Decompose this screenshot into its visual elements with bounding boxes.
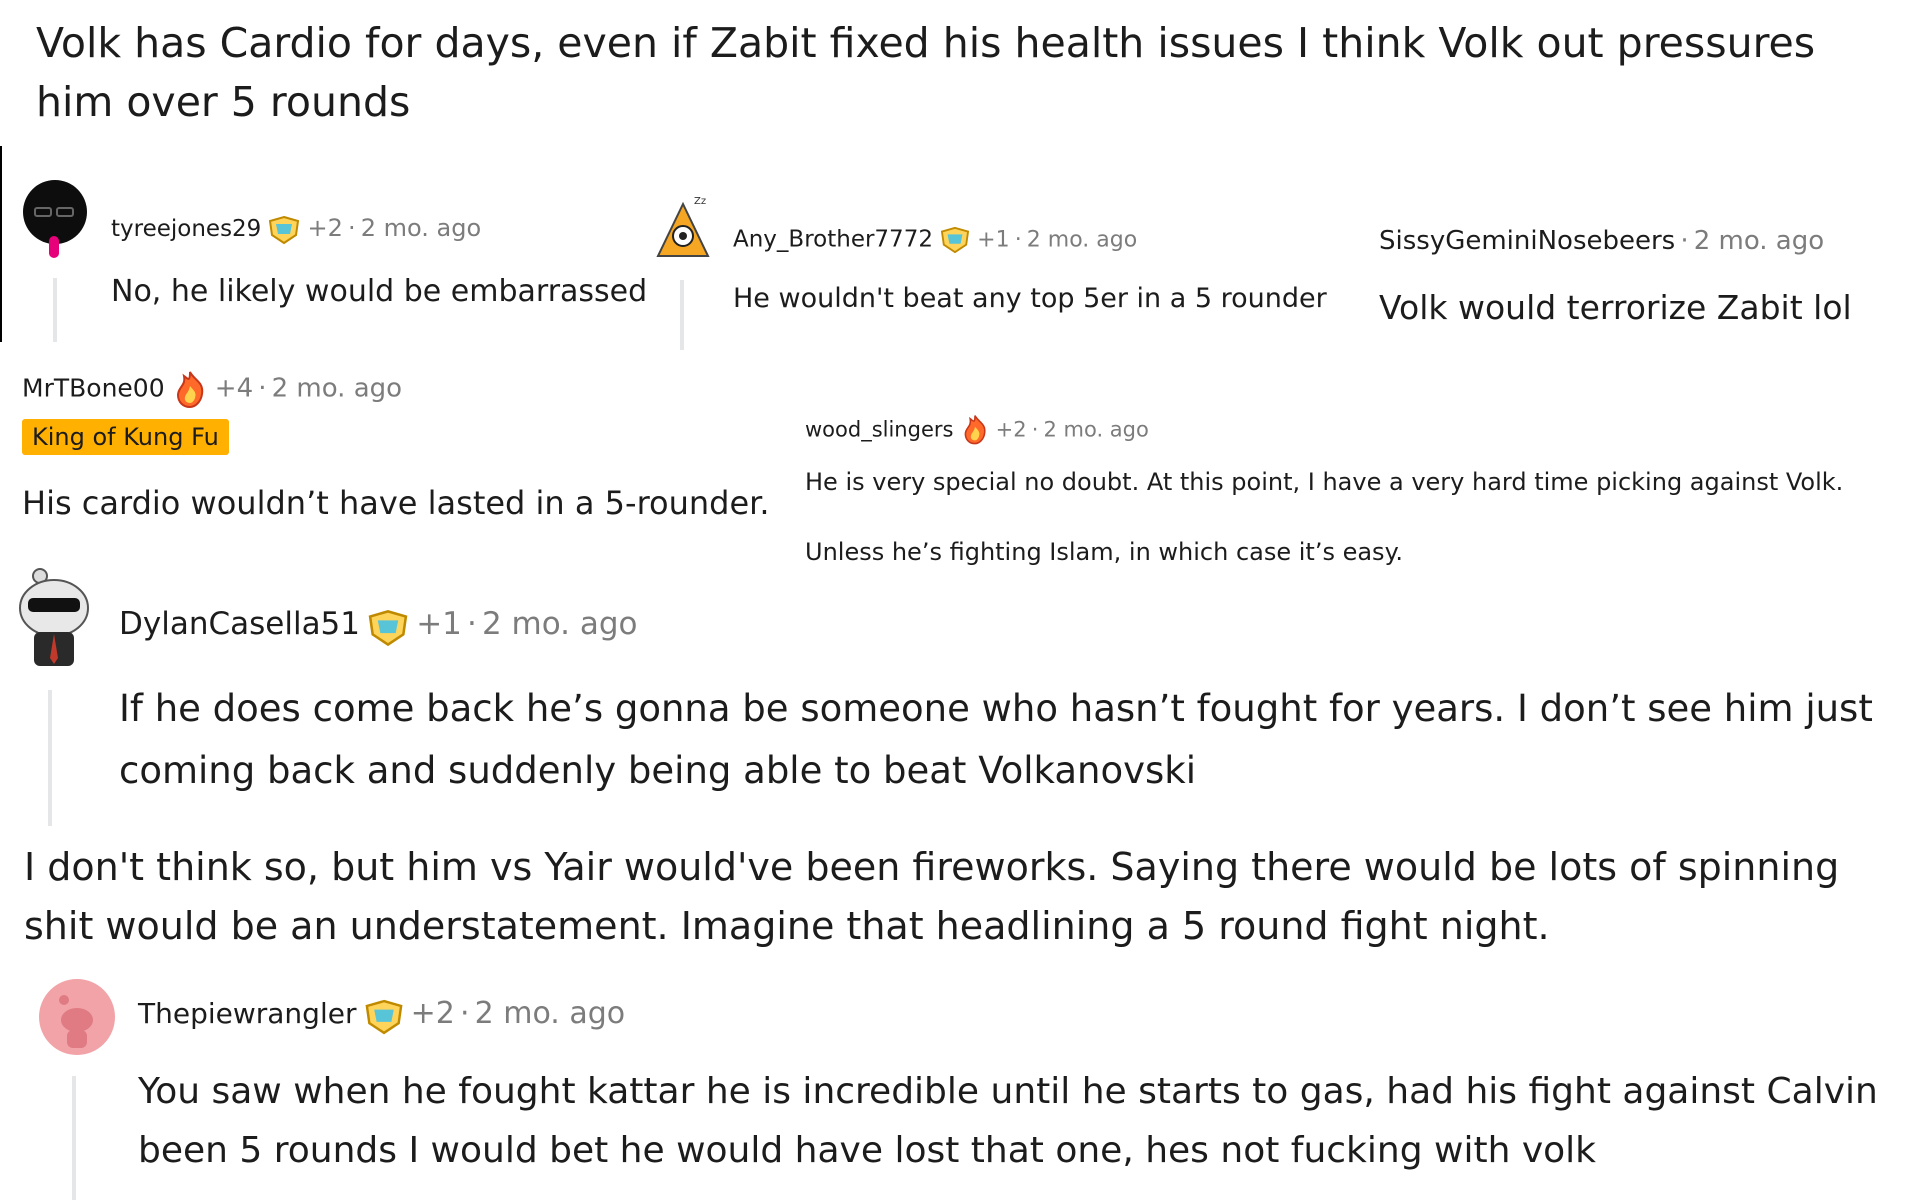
username[interactable]: tyreejones29 [111, 216, 261, 242]
comment-text: Unless he’s fighting Islam, in which cas… [805, 538, 1403, 566]
fire-badge-icon [170, 370, 210, 414]
avatar[interactable] [38, 978, 116, 1056]
comment-line: shit would be an understatement. Imagine… [24, 904, 1550, 948]
separator: · [459, 996, 470, 1031]
comment-text: He wouldn't beat any top 5er in a 5 roun… [733, 283, 1327, 314]
avatar[interactable] [22, 178, 88, 262]
comment-text: His cardio wouldn’t have lasted in a 5-r… [22, 484, 770, 522]
comment-line: You saw when he fought kattar he is incr… [138, 1071, 1878, 1112]
separator: · [258, 373, 267, 404]
comment-text: He is very special no doubt. At this poi… [805, 468, 1844, 496]
comment-line: I don't think so, but him vs Yair would'… [24, 845, 1840, 889]
shield-badge-icon [266, 215, 302, 249]
comment-header: Any_Brother7772 +1 · 2 mo. ago [733, 226, 1137, 258]
top-comment-text: Volk has Cardio for days, even if Zabit … [36, 19, 1816, 126]
avatar[interactable]: Zz [652, 192, 714, 272]
divider [0, 146, 2, 342]
timestamp[interactable]: 2 mo. ago [482, 606, 638, 642]
shield-badge-icon [365, 608, 411, 652]
comment-line: coming back and suddenly being able to b… [119, 749, 1196, 792]
timestamp[interactable]: 2 mo. ago [272, 374, 402, 404]
thread-line[interactable] [72, 1076, 76, 1200]
karma-score: +1 [977, 227, 1010, 253]
username[interactable]: wood_slingers [805, 418, 953, 442]
comment-line: been 5 rounds I would bet he would have … [138, 1130, 1597, 1171]
username[interactable]: MrTBone00 [22, 374, 165, 403]
timestamp[interactable]: 2 mo. ago [1043, 418, 1148, 442]
timestamp[interactable]: 2 mo. ago [361, 214, 481, 242]
comment-text: Volk would terrorize Zabit lol [1379, 288, 1852, 327]
fire-badge-icon [959, 414, 991, 450]
thread-line[interactable] [680, 280, 684, 350]
avatar[interactable] [12, 566, 96, 670]
separator: · [1031, 417, 1039, 442]
svg-text:Zz: Zz [694, 196, 706, 207]
comment-text: No, he likely would be embarrassed [111, 274, 648, 309]
karma-score: +2 [307, 214, 343, 242]
comment-text: I don't think so, but him vs Yair would'… [24, 838, 1839, 956]
comment-header: DylanCasella51 +1 · 2 mo. ago [119, 606, 638, 652]
karma-score: +1 [416, 606, 462, 642]
comment-text: If he does come back he’s gonna be someo… [119, 678, 1873, 802]
timestamp[interactable]: 2 mo. ago [1694, 226, 1824, 256]
separator: · [348, 214, 356, 242]
comment-text: You saw when he fought kattar he is incr… [138, 1062, 1878, 1180]
timestamp[interactable]: 2 mo. ago [1027, 228, 1137, 253]
thread-line[interactable] [53, 278, 57, 342]
karma-score: +4 [214, 373, 254, 404]
karma-score: +2 [410, 996, 455, 1031]
separator: · [467, 606, 477, 642]
timestamp[interactable]: 2 mo. ago [475, 996, 626, 1031]
comment-header: tyreejones29 +2 · 2 mo. ago [111, 214, 481, 249]
comment-line: If he does come back he’s gonna be someo… [119, 687, 1873, 730]
comment-header: SissyGeminiNosebeers · 2 mo. ago [1379, 226, 1824, 256]
snoo-avatar-icon [19, 568, 89, 666]
snoo-avatar-icon [39, 979, 115, 1055]
username[interactable]: Thepiewrangler [138, 997, 356, 1030]
separator: · [1014, 227, 1022, 253]
user-flair: King of Kung Fu [22, 419, 229, 455]
comment-header: Thepiewrangler +2 · 2 mo. ago [138, 996, 625, 1040]
separator: · [1680, 226, 1689, 256]
snoo-avatar-icon: Zz [656, 196, 710, 257]
shield-badge-icon [362, 998, 406, 1040]
snoo-avatar-icon [23, 180, 87, 258]
shield-badge-icon [938, 226, 972, 258]
username[interactable]: DylanCasella51 [119, 606, 360, 642]
thread-line[interactable] [48, 690, 52, 826]
comment-header: MrTBone00 +4 · 2 mo. ago [22, 370, 402, 414]
username[interactable]: Any_Brother7772 [733, 227, 933, 253]
karma-score: +2 [995, 417, 1027, 442]
comment-header: wood_slingers +2 · 2 mo. ago [805, 414, 1149, 450]
username[interactable]: SissyGeminiNosebeers [1379, 226, 1675, 256]
